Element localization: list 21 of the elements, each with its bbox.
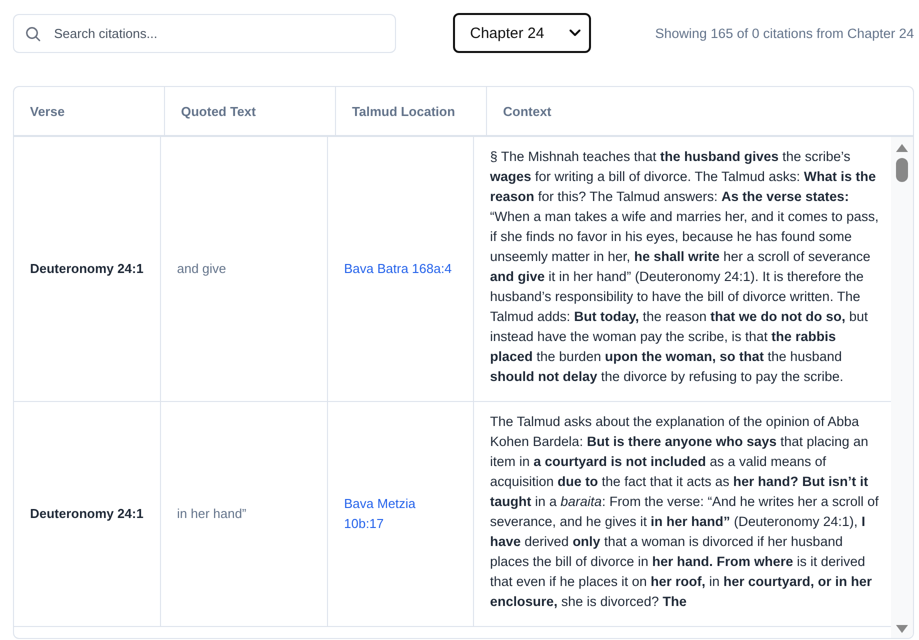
search-icon — [25, 26, 41, 42]
column-header[interactable]: Context — [487, 87, 913, 135]
scrollbar-thumb[interactable] — [896, 158, 908, 182]
results-count: Showing 165 of 0 citations from Chapter 24 — [655, 26, 914, 40]
talmud-location-link[interactable]: Bava Batra 168a:4 — [344, 259, 452, 279]
chevron-down-icon — [569, 29, 581, 37]
verse-cell-text: Deuteronomy 24:1 — [30, 505, 144, 523]
scrollbar[interactable] — [891, 137, 913, 638]
quoted-text-cell-text: and give — [177, 260, 226, 278]
context-text: The Talmud asks about the explanation of the opinion of Abba Kohen Bardela: But is there anyone who says that placing an item in a courtyard is not included as a valid means of acquisition due to the fact that it acts as her hand? But isn’t it taught in a baraita: From the verse: “And he writes her a scroll of severance, and he gives it in her hand” (Deuteronomy 24:1), I have derived only that a woman is divorced if her husband places the bill of divorce in her hand. From where is it derived that even if he places it on her roof, in her courtyard, or in her enclosure, she is divorced? The — [490, 413, 879, 611]
chapter-dropdown[interactable]: Chapter 24 — [453, 13, 591, 53]
context-text: § The Mishnah teaches that the husband gives the scribe’s wages for writing a bill of divorce. The Talmud asks: What is the reason for this? The Talmud answers: As the verse states: “When a man takes a wife and marries her, and it comes to pass, if she finds no favor in his eyes, because he has found some unseemly matter in her, he shall write her a scroll of severance and give it in her hand” (Deuteronomy 24:1). It is therefore the husband’s responsibility to have the bill of divorce written. The Talmud adds: But today, the reason that we do not do so, but instead have the woman pay the scribe, is that the rabbis placed the burden upon the woman, so that the husband should not delay the divorce by refusing to pay the scribe. — [490, 148, 879, 386]
search-field[interactable]: Search citations... — [13, 14, 396, 52]
talmud-location-link[interactable]: Bava Metzia 10b:17 — [344, 494, 457, 534]
column-header[interactable]: Verse — [14, 87, 165, 135]
verse-cell-text: Deuteronomy 24:1 — [30, 260, 144, 278]
scroll-down-icon[interactable] — [895, 624, 909, 634]
column-header[interactable]: Talmud Location — [336, 87, 487, 135]
scroll-up-icon[interactable] — [895, 143, 909, 153]
quoted-text-cell-text: in her hand” — [177, 505, 246, 523]
column-header[interactable]: Quoted Text — [165, 87, 336, 135]
